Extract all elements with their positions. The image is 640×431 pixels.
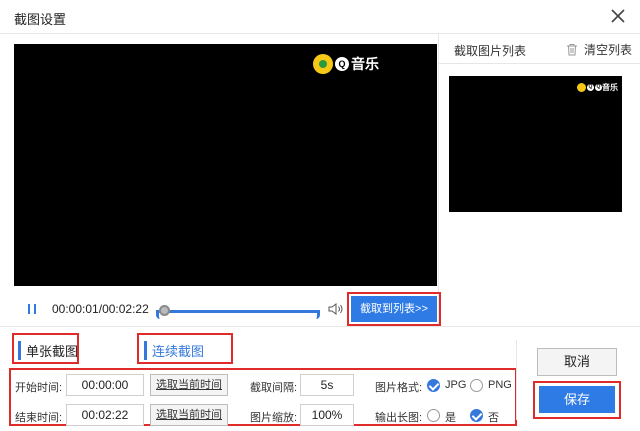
volume-icon[interactable] xyxy=(328,302,344,316)
qq-music-logo-icon xyxy=(313,54,333,74)
start-time-label: 开始时间: xyxy=(15,382,63,394)
start-time-field[interactable]: 00:00:00 xyxy=(66,374,144,396)
long-image-label: 输出长图: xyxy=(375,412,423,424)
captured-thumbnail[interactable]: Q Q 音乐 xyxy=(449,76,622,212)
long-image-no-radio[interactable] xyxy=(470,409,483,422)
progress-track[interactable] xyxy=(158,310,320,313)
qq-music-watermark: Q 音乐 xyxy=(313,54,379,74)
time-current: 00:00:01 xyxy=(52,302,99,316)
thumbnail-watermark: Q Q 音乐 xyxy=(577,82,618,93)
interval-field[interactable]: 5s xyxy=(300,374,354,396)
watermark-text: 音乐 xyxy=(351,56,379,72)
divider xyxy=(0,326,640,327)
list-panel-title: 截取图片列表 xyxy=(454,44,527,58)
format-png-label: PNG xyxy=(488,379,512,391)
tab-single-capture[interactable]: 单张截图 xyxy=(18,341,78,360)
format-jpg-label: JPG xyxy=(445,379,467,391)
title-bar: 截图设置 xyxy=(0,0,640,34)
watermark-badge: Q xyxy=(335,57,349,71)
save-button[interactable]: 保存 xyxy=(539,386,615,413)
format-label: 图片格式: xyxy=(375,382,423,394)
long-image-no-label: 否 xyxy=(488,412,499,424)
close-icon[interactable] xyxy=(608,6,628,26)
clear-list-label: 清空列表 xyxy=(583,43,632,57)
thumbnail-watermark-text: 音乐 xyxy=(602,83,618,92)
video-preview: Q 音乐 xyxy=(14,44,437,286)
select-current-start-button[interactable]: 选取当前时间 xyxy=(150,374,228,396)
capture-to-list-button[interactable]: 截取到列表>> xyxy=(351,296,437,322)
range-end-handle[interactable] xyxy=(316,310,320,319)
scale-field[interactable]: 100% xyxy=(300,404,354,426)
scale-label: 图片缩放: xyxy=(250,412,298,424)
long-image-yes-label: 是 xyxy=(445,412,456,424)
trash-icon xyxy=(566,44,577,56)
pause-icon[interactable] xyxy=(25,302,39,316)
format-png-radio[interactable] xyxy=(470,379,483,392)
clear-list-button[interactable]: 清空列表 xyxy=(566,41,632,58)
timecode: 00:00:01/00:02:22 xyxy=(52,302,149,316)
format-jpg-radio[interactable] xyxy=(427,379,440,392)
end-time-field[interactable]: 00:02:22 xyxy=(66,404,144,426)
thumbnail-watermark-badge: Q xyxy=(587,84,594,91)
tab-continuous-capture[interactable]: 连续截图 xyxy=(144,341,204,360)
list-panel-header: 截取图片列表 清空列表 xyxy=(438,34,640,64)
long-image-yes-radio[interactable] xyxy=(427,409,440,422)
time-total: 00:02:22 xyxy=(102,302,149,316)
select-current-end-button[interactable]: 选取当前时间 xyxy=(150,404,228,426)
progress-handle[interactable] xyxy=(159,305,171,316)
window-title: 截图设置 xyxy=(14,12,67,27)
actions-divider xyxy=(516,340,517,420)
interval-label: 截取间隔: xyxy=(250,382,298,394)
thumbnail-watermark-badge: Q xyxy=(595,84,602,91)
qq-music-logo-icon xyxy=(577,83,586,92)
end-time-label: 结束时间: xyxy=(15,412,63,424)
cancel-button[interactable]: 取消 xyxy=(537,348,617,376)
